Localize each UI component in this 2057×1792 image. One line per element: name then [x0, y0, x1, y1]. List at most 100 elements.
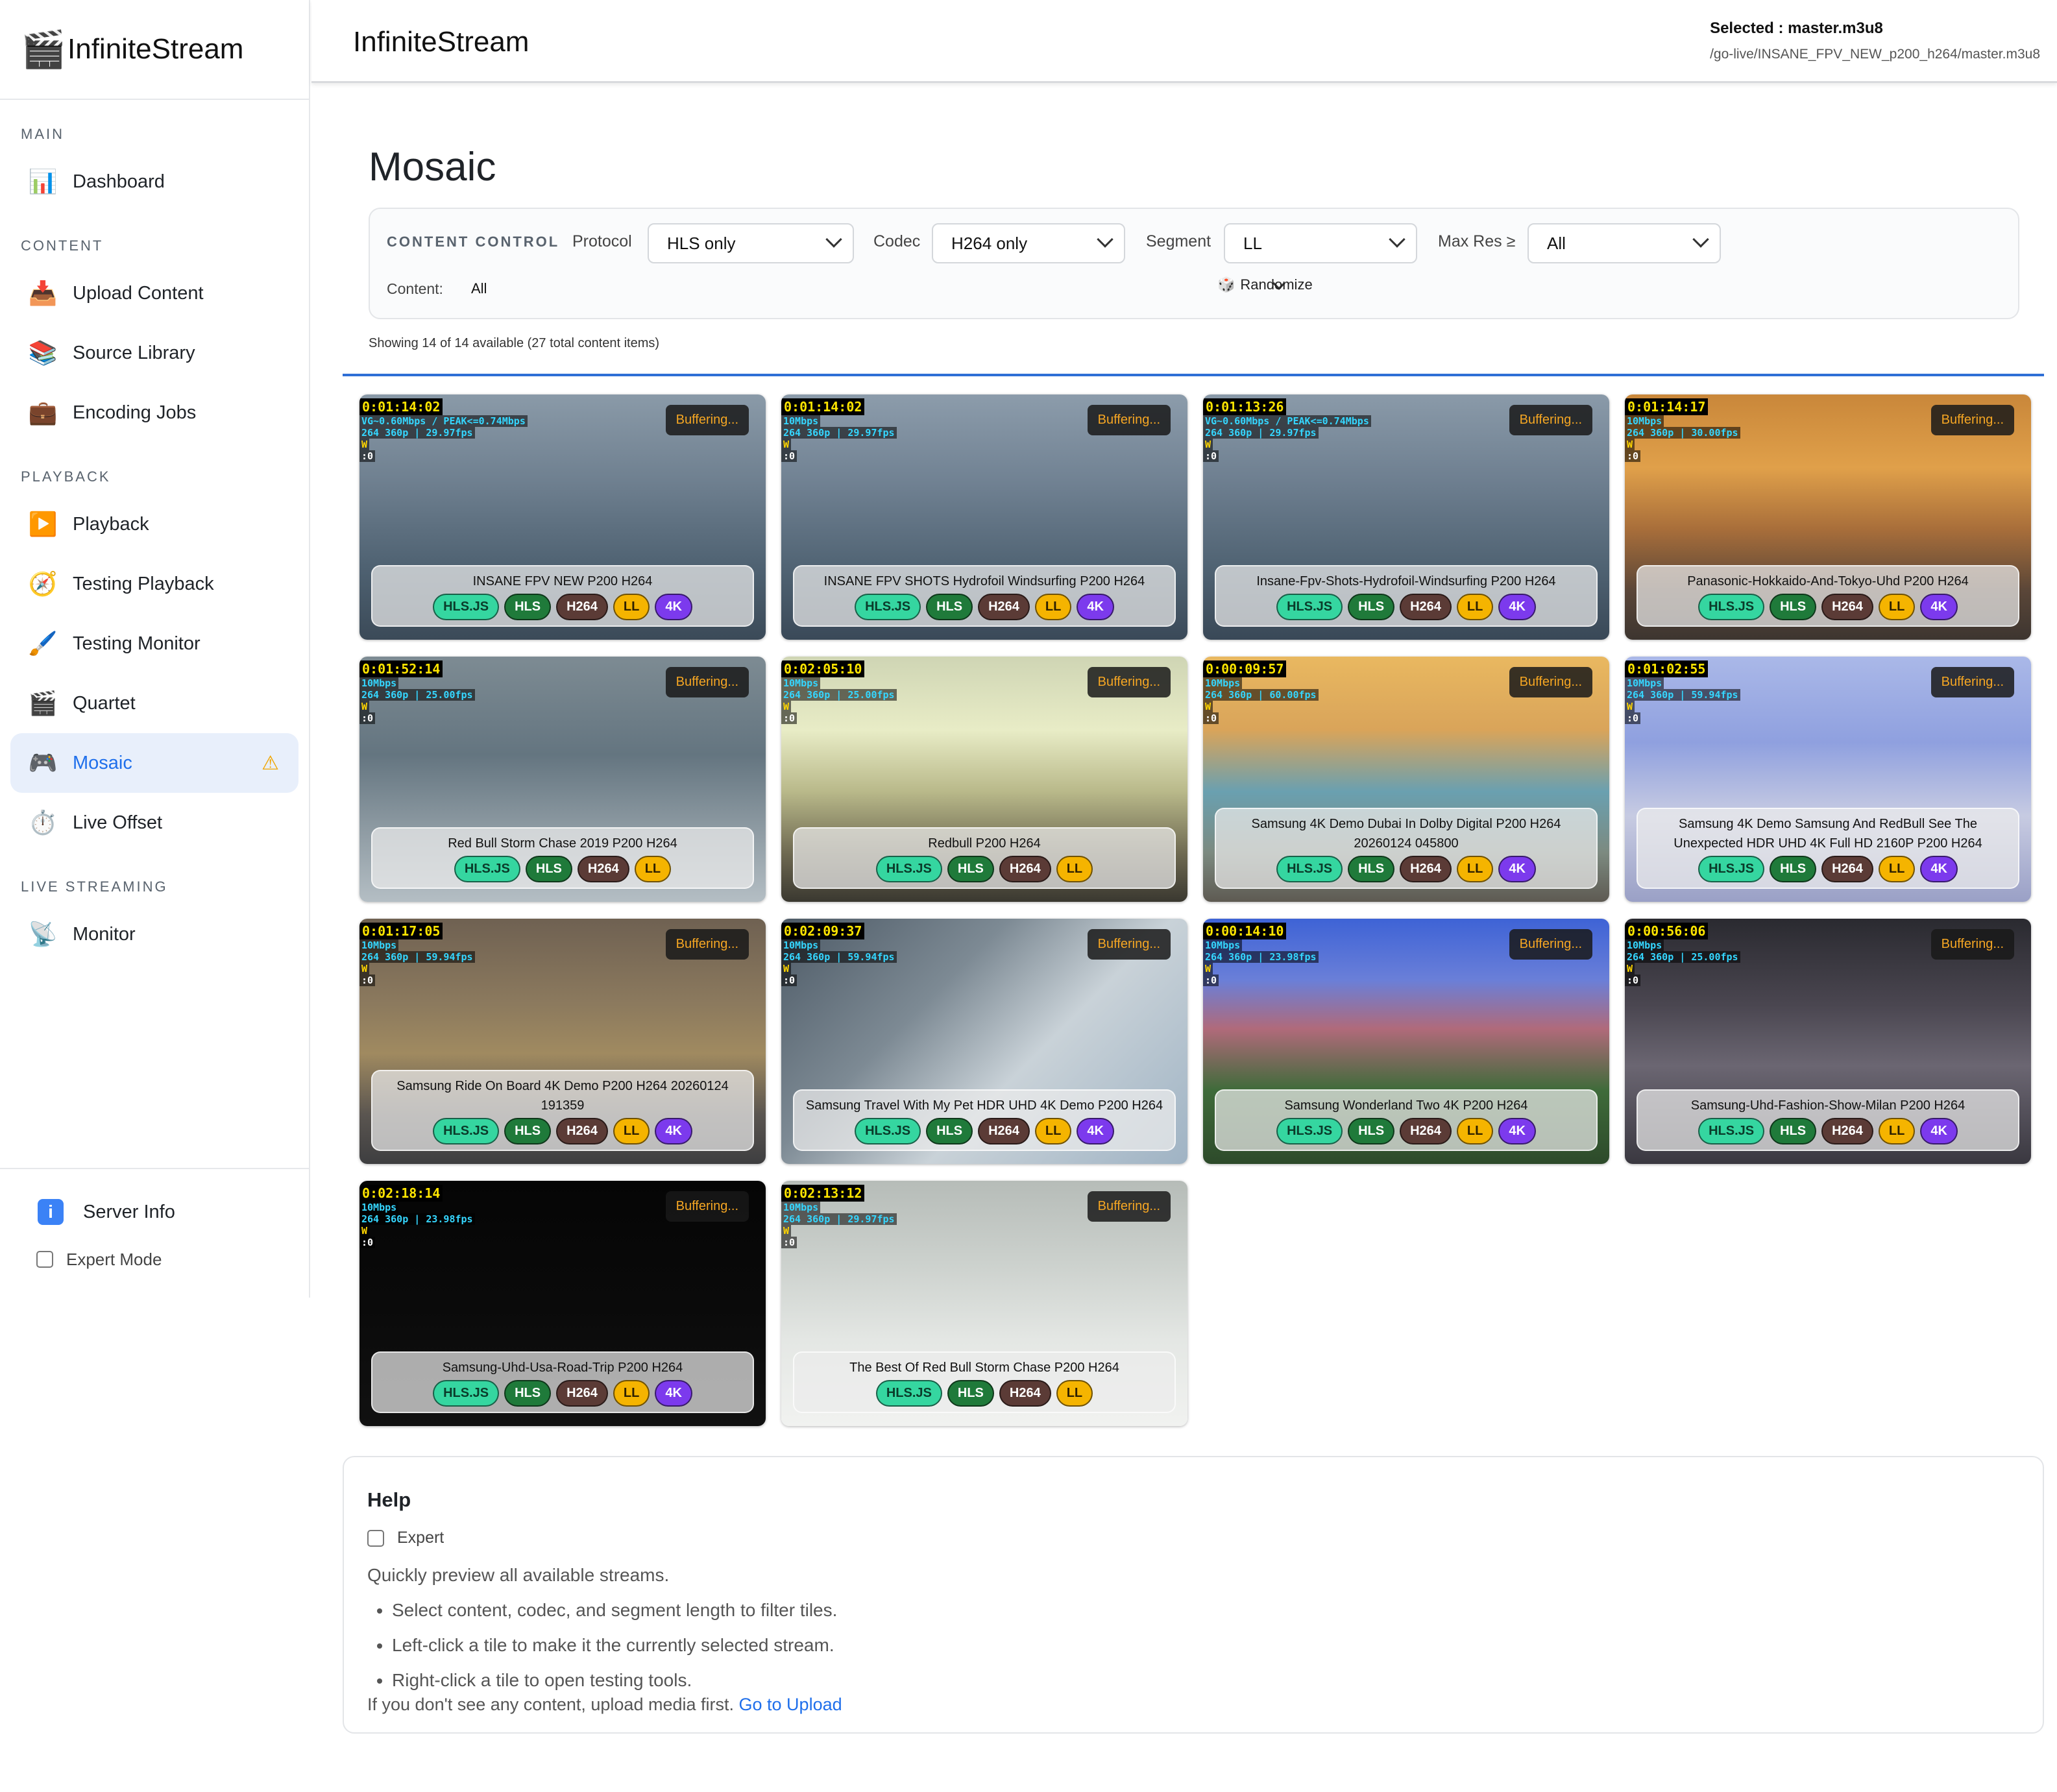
page-title: Mosaic — [369, 145, 496, 189]
expert-mode-checkbox[interactable] — [36, 1251, 53, 1268]
tile-badges: HLS.JS HLS H264 LL 4K — [1223, 1118, 1590, 1144]
stream-osd: 0:00:14:10 10Mbps 264 360p | 23.98fps W … — [1203, 923, 1319, 986]
buffering-badge: Buffering... — [1087, 929, 1171, 960]
osd-marker: W — [1625, 701, 1635, 712]
sidebar-item-quartet[interactable]: 🎬 Quartet — [10, 673, 298, 733]
stream-tile[interactable]: 0:02:18:14 10Mbps 264 360p | 23.98fps W … — [359, 1181, 766, 1426]
timecode: 0:01:52:14 — [359, 660, 443, 677]
sidebar-section-label: CONTENT — [21, 237, 104, 254]
stream-tile[interactable]: 0:01:02:55 10Mbps 264 360p | 59.94fps W … — [1625, 657, 2031, 902]
resolution-readout: 264 360p | 25.00fps — [781, 689, 897, 701]
help-expert-toggle[interactable]: Expert — [367, 1529, 444, 1547]
segment-select[interactable]: LL — [1224, 223, 1417, 263]
stream-tile[interactable]: 0:01:52:14 10Mbps 264 360p | 25.00fps W … — [359, 657, 766, 902]
tag-badge: LL — [1456, 1118, 1494, 1144]
stream-tile[interactable]: 0:01:14:02 10Mbps 264 360p | 29.97fps W … — [781, 394, 1187, 640]
stopwatch-icon: ⏱️ — [28, 809, 58, 836]
tile-title: INSANE FPV SHOTS Hydrofoil Windsurfing P… — [823, 574, 1145, 588]
sidebar-item-label: Mosaic — [73, 752, 132, 773]
bitrate-readout: 10Mbps — [359, 939, 399, 951]
help-footer: If you don't see any content, upload med… — [367, 1695, 842, 1715]
stream-tile[interactable]: 0:02:09:37 10Mbps 264 360p | 59.94fps W … — [781, 919, 1187, 1164]
protocol-select[interactable]: HLS only — [648, 223, 854, 263]
brand[interactable]: 🎬 InfiniteStream — [0, 0, 309, 100]
help-footer-text: If you don't see any content, upload med… — [367, 1695, 734, 1714]
sidebar-item-encoding-jobs[interactable]: 💼 Encoding Jobs — [10, 383, 298, 442]
server-info-link[interactable]: i Server Info — [0, 1187, 310, 1237]
tile-title: Samsung-Uhd-Fashion-Show-Milan P200 H264 — [1690, 1098, 1966, 1113]
upload-tray-icon: 📥 — [28, 280, 58, 306]
buffering-badge: Buffering... — [665, 1191, 749, 1222]
stream-osd: 0:02:13:12 10Mbps 264 360p | 29.97fps W … — [781, 1185, 897, 1248]
sidebar-item-source-library[interactable]: 📚 Source Library — [10, 323, 298, 383]
buffering-badge: Buffering... — [1509, 667, 1592, 697]
selected-stream-info: Selected : master.m3u8 /go-live/INSANE_F… — [1710, 19, 2040, 62]
stream-tile[interactable]: 0:01:13:26 VG~0.60Mbps / PEAK<=0.74Mbps … — [1203, 394, 1609, 640]
tile-title: INSANE FPV NEW P200 H264 — [472, 574, 653, 588]
bitrate-readout: 10Mbps — [1625, 415, 1664, 427]
tile-badges: HLS.JS HLS H264 LL — [801, 1380, 1168, 1407]
sidebar-item-playback[interactable]: ▶️ Playback — [10, 494, 298, 554]
codec-select[interactable]: H264 only — [932, 223, 1125, 263]
stream-tile[interactable]: 0:01:14:17 10Mbps 264 360p | 30.00fps W … — [1625, 394, 2031, 640]
stream-tile[interactable]: 0:01:14:02 VG~0.60Mbps / PEAK<=0.74Mbps … — [359, 394, 766, 640]
sidebar-item-mosaic[interactable]: 🎮 Mosaic ⚠ — [10, 733, 298, 793]
tile-title: The Best Of Red Bull Storm Chase P200 H2… — [849, 1361, 1119, 1375]
stream-tile[interactable]: 0:00:14:10 10Mbps 264 360p | 23.98fps W … — [1203, 919, 1609, 1164]
osd-marker: W — [359, 1225, 370, 1237]
help-bullet: Right-click a tile to open testing tools… — [392, 1670, 837, 1691]
tile-info: INSANE FPV NEW P200 H264 HLS.JS HLS H264 LL… — [371, 565, 754, 627]
selected-stream-label: Selected : master.m3u8 — [1710, 19, 1883, 37]
stream-tile[interactable]: 0:02:05:10 10Mbps 264 360p | 25.00fps W … — [781, 657, 1187, 902]
server-info-label: Server Info — [83, 1201, 175, 1222]
tag-badge: LL — [1056, 856, 1093, 882]
stream-tile[interactable]: 0:00:56:06 10Mbps 264 360p | 25.00fps W … — [1625, 919, 2031, 1164]
help-expert-checkbox[interactable] — [367, 1529, 384, 1547]
brush-icon: 🖌️ — [28, 630, 58, 657]
max-res-label: Max Res ≥ — [1438, 232, 1516, 250]
sidebar-item-upload-content[interactable]: 📥 Upload Content — [10, 263, 298, 323]
max-res-select[interactable]: All — [1528, 223, 1721, 263]
sidebar-item-testing-playback[interactable]: 🧭 Testing Playback — [10, 554, 298, 614]
tile-badges: HLS.JS HLS H264 LL 4K — [1644, 1118, 2012, 1144]
sidebar-footer: i Server Info Expert Mode — [0, 1168, 310, 1282]
help-panel: Help Expert Quickly preview all availabl… — [343, 1456, 2044, 1734]
mosaic-divider — [343, 374, 2044, 376]
osd-marker: W — [781, 701, 792, 712]
stream-tile[interactable]: 0:02:13:12 10Mbps 264 360p | 29.97fps W … — [781, 1181, 1187, 1426]
sidebar-item-monitor[interactable]: 📡 Monitor — [10, 904, 298, 964]
resolution-readout: 264 360p | 25.00fps — [1625, 951, 1740, 963]
sidebar-item-live-offset[interactable]: ⏱️ Live Offset — [10, 793, 298, 853]
tile-title: Samsung-Uhd-Usa-Road-Trip P200 H264 — [442, 1361, 683, 1375]
go-to-upload-link[interactable]: Go to Upload — [739, 1695, 842, 1714]
tile-title: Panasonic-Hokkaido-And-Tokyo-Uhd P200 H2… — [1687, 574, 1969, 588]
tile-info: Samsung Ride On Board 4K Demo P200 H264 … — [371, 1070, 754, 1151]
tag-badge: HLS.JS — [1698, 856, 1765, 882]
timecode: 0:02:09:37 — [781, 923, 865, 939]
buffering-badge: Buffering... — [1930, 405, 2014, 435]
stream-tile[interactable]: 0:00:09:57 10Mbps 264 360p | 60.00fps W … — [1203, 657, 1609, 902]
stream-tile[interactable]: 0:01:17:05 10Mbps 264 360p | 59.94fps W … — [359, 919, 766, 1164]
sidebar-item-testing-monitor[interactable]: 🖌️ Testing Monitor — [10, 614, 298, 673]
tag-badge: HLS — [504, 1118, 552, 1144]
randomize-button[interactable]: 🎲 Randomize — [1217, 276, 1313, 293]
resolution-readout: 264 360p | 29.97fps — [1203, 427, 1319, 439]
resolution-readout: 264 360p | 30.00fps — [1625, 427, 1740, 439]
tag-badge: 4K — [1920, 594, 1958, 620]
osd-marker: W — [359, 439, 370, 450]
stream-osd: 0:01:02:55 10Mbps 264 360p | 59.94fps W … — [1625, 660, 1740, 724]
buffering-badge: Buffering... — [665, 667, 749, 697]
sidebar-item-label: Testing Playback — [73, 573, 214, 594]
stream-osd: 0:02:09:37 10Mbps 264 360p | 59.94fps W … — [781, 923, 897, 986]
bitrate-readout: VG~0.60Mbps / PEAK<=0.74Mbps — [1203, 415, 1371, 427]
expert-mode-toggle[interactable]: Expert Mode — [0, 1237, 310, 1282]
tag-badge: HLS — [504, 594, 552, 620]
content-select[interactable]: All — [471, 272, 1295, 305]
app-name: InfiniteStream — [67, 33, 244, 65]
game-controller-icon: 🎮 — [28, 749, 58, 776]
timecode: 0:02:13:12 — [781, 1185, 865, 1202]
tag-badge: 4K — [1077, 594, 1114, 620]
help-intro: Quickly preview all available streams. — [367, 1565, 670, 1585]
tile-badges: HLS.JS HLS H264 LL 4K — [1223, 856, 1590, 882]
sidebar-item-dashboard[interactable]: 📊 Dashboard — [10, 152, 298, 212]
